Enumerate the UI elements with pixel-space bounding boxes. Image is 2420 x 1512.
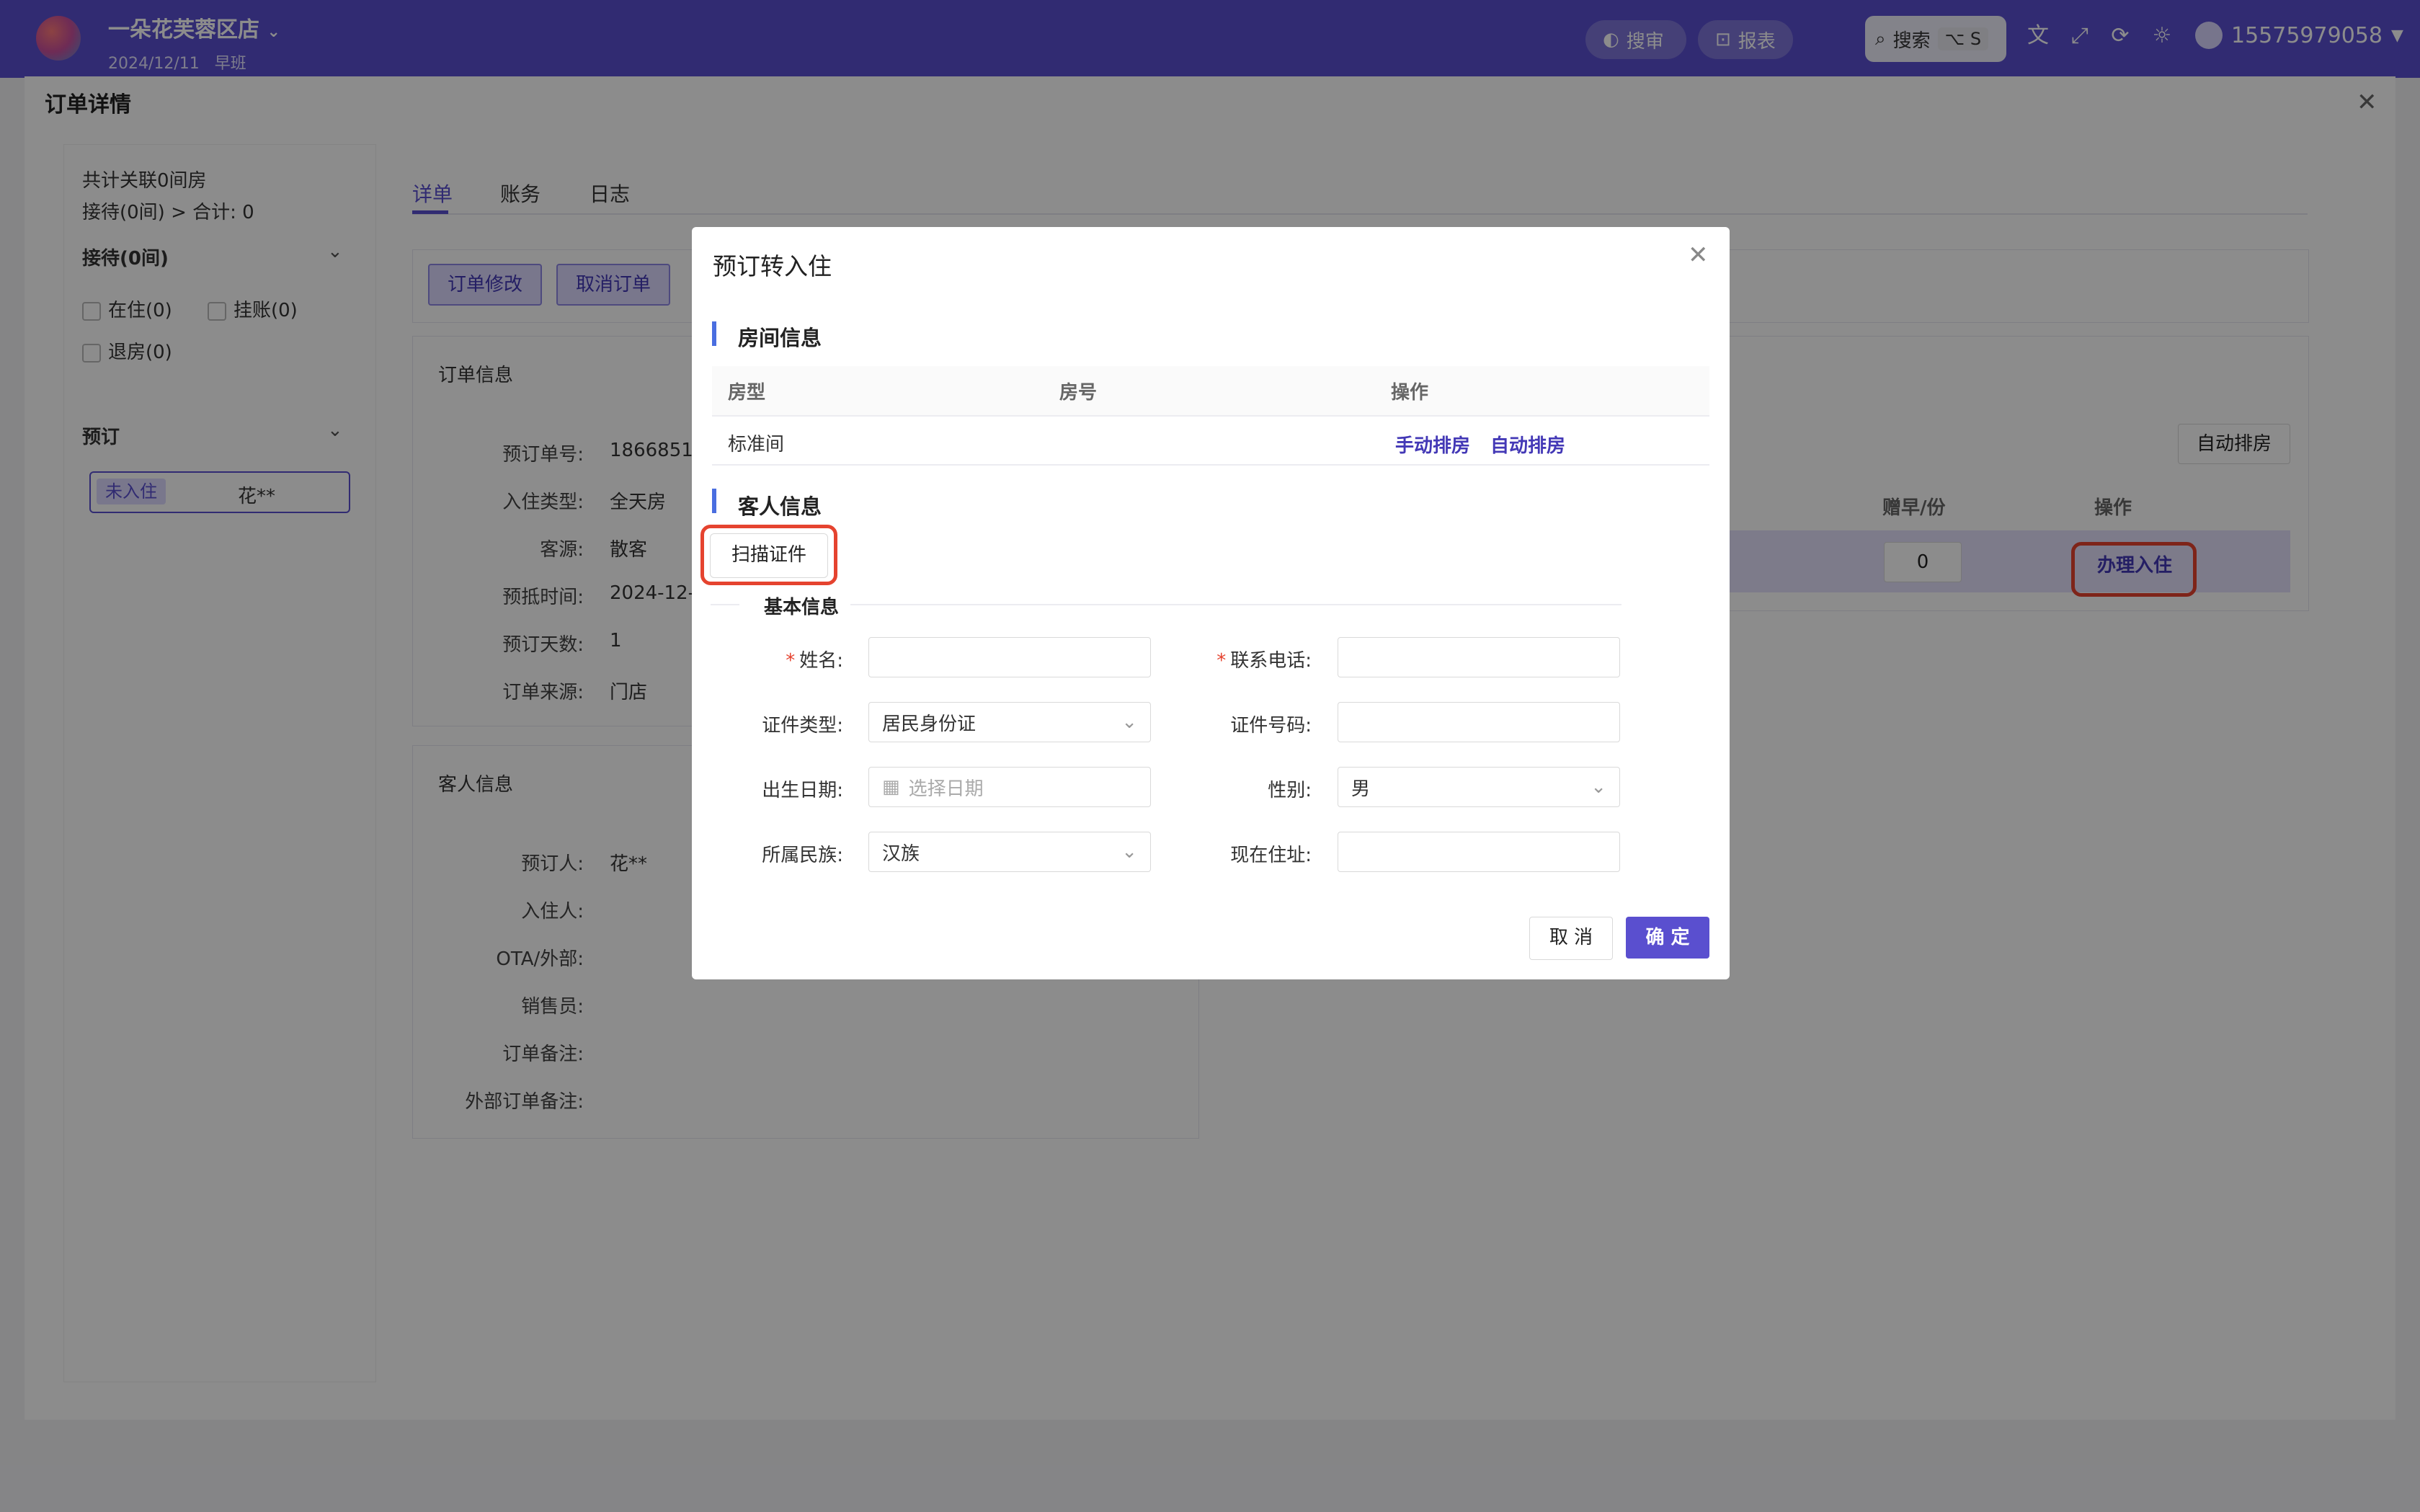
required-mark: * [1216,650,1227,672]
divider [712,415,1709,417]
ethnicity-label: 所属民族: [762,845,843,866]
name-label-text: 姓名: [799,650,843,672]
manual-assign-link[interactable]: 手动排房 [1395,431,1470,458]
birth-date-picker[interactable]: ▦ 选择日期 [868,767,1151,807]
birth-date-label: 出生日期: [762,780,843,801]
required-mark: * [786,650,796,672]
col-room-type: 房型 [728,382,766,404]
ethnicity-value: 汉族 [882,842,920,865]
room-table-header [712,366,1709,415]
name-input[interactable] [868,637,1151,677]
col-room-action: 操作 [1391,382,1429,404]
divider [712,464,1709,466]
address-label: 现在住址: [1230,845,1312,866]
guest-info-heading: 客人信息 [738,494,822,519]
cancel-button[interactable]: 取 消 [1529,917,1613,960]
gender-value: 男 [1351,778,1371,800]
phone-label-text: 联系电话: [1230,650,1312,672]
address-input[interactable] [1338,832,1620,872]
chevron-down-icon: ⌄ [1591,776,1606,798]
col-room-number: 房号 [1059,382,1098,404]
calendar-icon: ▦ [882,776,900,798]
section-marker [712,321,716,346]
id-number-input[interactable] [1338,702,1620,742]
phone-label: * 联系电话: [1189,646,1312,672]
id-type-select[interactable]: 居民身份证 ⌄ [868,702,1151,742]
highlight-ring [700,525,837,585]
divider [711,604,739,605]
chevron-down-icon: ⌄ [1121,841,1137,863]
confirm-button[interactable]: 确 定 [1626,917,1709,959]
close-icon[interactable]: ✕ [1688,241,1709,270]
gender-label: 性别: [1268,780,1312,801]
divider [850,604,1622,605]
room-type-value: 标准间 [728,434,785,455]
chevron-down-icon: ⌄ [1121,711,1137,733]
room-info-heading: 房间信息 [738,326,822,350]
gender-select[interactable]: 男 ⌄ [1338,767,1620,807]
auto-assign-link[interactable]: 自动排房 [1490,431,1565,458]
basic-info-heading: 基本信息 [764,597,840,618]
phone-input[interactable] [1338,637,1620,677]
id-type-value: 居民身份证 [882,713,977,735]
id-type-label: 证件类型: [762,715,843,737]
section-marker [712,489,716,513]
modal-title: 预订转入住 [713,252,832,280]
ethnicity-select[interactable]: 汉族 ⌄ [868,832,1151,872]
id-number-label: 证件号码: [1230,715,1312,737]
birth-date-placeholder: 选择日期 [908,778,984,800]
name-label: * 姓名: [721,646,843,672]
